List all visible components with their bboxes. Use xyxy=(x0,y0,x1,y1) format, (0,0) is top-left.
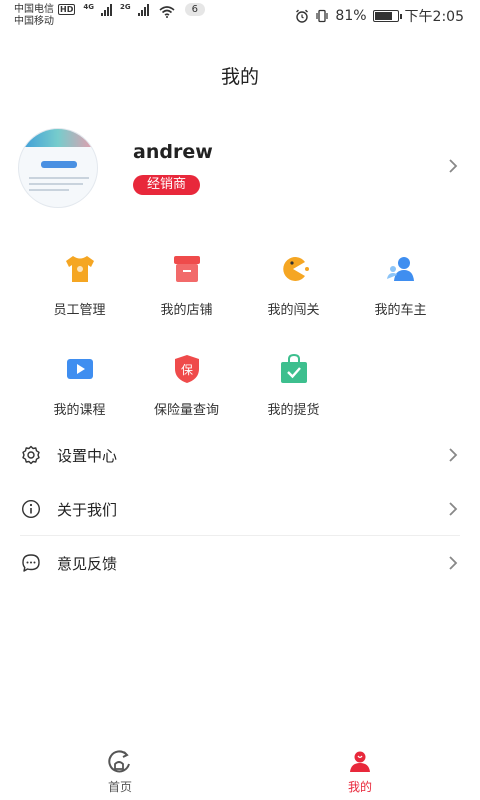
avatar[interactable] xyxy=(18,128,98,208)
grid-item-car-owners[interactable]: 我的车主 xyxy=(347,252,454,318)
role-badge: 经销商 xyxy=(133,175,201,195)
signal-icon xyxy=(100,3,112,16)
store-icon xyxy=(170,252,204,286)
notification-count: 6 xyxy=(184,3,205,16)
menu-item-label: 设置中心 xyxy=(57,446,118,465)
signal-icon xyxy=(137,3,149,16)
bottom-tab-bar: 首页 我的 xyxy=(0,742,480,800)
tab-home[interactable]: 首页 xyxy=(80,750,160,795)
network-type-1: 4G xyxy=(83,2,94,11)
battery-percent: 81% xyxy=(335,8,367,24)
grid-item-store[interactable]: 我的店铺 xyxy=(133,252,240,318)
svg-text:保: 保 xyxy=(180,363,192,377)
carrier-info: 中国电信 HD 4G 2G 6 中国移动 xyxy=(14,3,205,28)
video-play-icon xyxy=(63,352,97,386)
grid-item-insurance[interactable]: 保 保险量查询 xyxy=(133,352,240,418)
grid-item-label: 员工管理 xyxy=(53,303,106,318)
bag-check-icon xyxy=(277,352,311,386)
grid-item-label: 我的课程 xyxy=(53,403,106,418)
status-right: 81% 下午2:05 xyxy=(295,6,464,26)
grid-item-label: 我的车主 xyxy=(374,303,427,318)
battery-icon xyxy=(372,10,402,22)
vibrate-icon xyxy=(316,9,329,23)
tab-mine[interactable]: 我的 xyxy=(320,750,400,795)
user-icon xyxy=(350,751,370,772)
status-bar: 中国电信 HD 4G 2G 6 中国移动 81% 下午2:05 xyxy=(0,0,480,30)
network-type-2: 2G xyxy=(119,2,131,11)
menu-item-settings[interactable]: 设置中心 xyxy=(0,428,480,482)
grid-item-label: 保险量查询 xyxy=(153,403,219,418)
grid-item-pickup[interactable]: 我的提货 xyxy=(240,352,347,418)
profile-card[interactable]: andrew 经销商 xyxy=(0,124,480,210)
settings-menu: 设置中心 关于我们 意见反馈 xyxy=(0,428,480,590)
users-icon xyxy=(384,252,418,286)
menu-item-about[interactable]: 关于我们 xyxy=(0,482,480,536)
feature-grid: 员工管理 我的店铺 我的闯关 我的车主 我的课程 保 保险量查询 我的提货 xyxy=(26,252,454,418)
tab-label: 首页 xyxy=(107,780,132,794)
menu-item-label: 意见反馈 xyxy=(57,554,118,573)
shield-icon: 保 xyxy=(170,352,204,386)
info-icon xyxy=(20,498,42,520)
clock: 下午2:05 xyxy=(404,9,464,25)
grid-item-label: 我的店铺 xyxy=(160,303,213,318)
menu-item-feedback[interactable]: 意见反馈 xyxy=(0,536,480,590)
menu-item-label: 关于我们 xyxy=(57,500,118,519)
tshirt-icon xyxy=(63,252,97,286)
chevron-right-icon xyxy=(449,448,458,462)
chevron-right-icon xyxy=(449,556,458,570)
grid-item-label: 我的提货 xyxy=(267,403,320,418)
grid-item-challenge[interactable]: 我的闯关 xyxy=(240,252,347,318)
home-icon xyxy=(108,750,130,773)
feedback-icon xyxy=(20,552,42,574)
chevron-right-icon xyxy=(449,502,458,516)
pacman-icon xyxy=(277,252,311,286)
chevron-right-icon xyxy=(449,159,458,173)
tab-label: 我的 xyxy=(347,780,372,794)
grid-item-staff[interactable]: 员工管理 xyxy=(26,252,133,318)
carrier-1: 中国电信 xyxy=(14,3,54,15)
carrier-2: 中国移动 xyxy=(14,16,54,27)
alarm-icon xyxy=(296,9,309,23)
grid-item-label: 我的闯关 xyxy=(267,303,320,318)
username: andrew xyxy=(133,141,213,163)
page-title: 我的 xyxy=(220,66,259,88)
hd-badge: HD xyxy=(58,4,76,15)
wifi-icon xyxy=(159,5,175,18)
grid-item-courses[interactable]: 我的课程 xyxy=(26,352,133,418)
gear-icon xyxy=(20,444,42,466)
